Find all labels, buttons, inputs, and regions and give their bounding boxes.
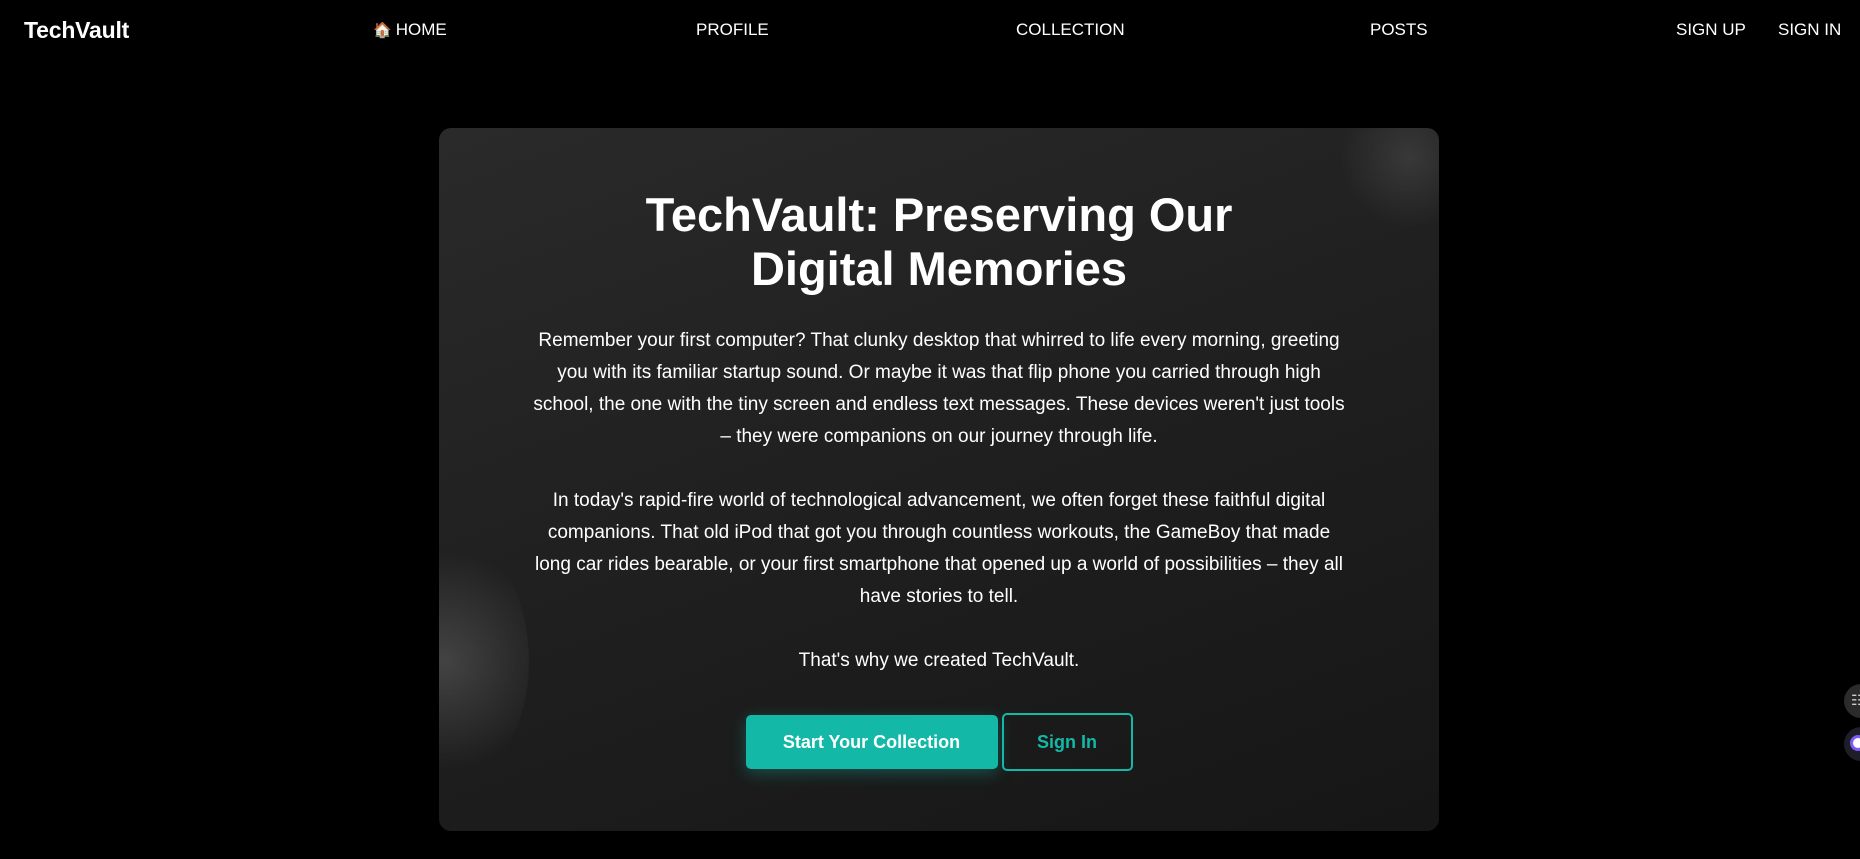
card-glow-decoration <box>1339 128 1439 228</box>
home-icon: 🏠 <box>373 22 392 39</box>
nav-sign-in[interactable]: SIGN IN <box>1778 20 1841 40</box>
floating-assistant-button[interactable] <box>1844 727 1860 761</box>
hero-card: TechVault: Preserving Our Digital Memori… <box>439 128 1439 831</box>
nav-sign-up[interactable]: SIGN UP <box>1676 20 1746 40</box>
nav-home[interactable]: 🏠 HOME <box>373 20 447 40</box>
nav-posts[interactable]: POSTS <box>1370 20 1428 40</box>
hero-title: TechVault: Preserving Our Digital Memori… <box>645 188 1233 295</box>
card-glow-decoration <box>439 531 529 791</box>
top-navbar: TechVault 🏠 HOME PROFILE COLLECTION POSTS… <box>0 0 1860 60</box>
hero-actions: Start Your Collection Sign In <box>529 713 1349 771</box>
hero-tagline: That's why we created TechVault. <box>798 650 1080 671</box>
hero-paragraph: In today's rapid-fire world of technolog… <box>535 490 1343 607</box>
nav-profile[interactable]: PROFILE <box>696 20 769 40</box>
brand-logo[interactable]: TechVault <box>24 17 129 44</box>
nav-collection[interactable]: COLLECTION <box>1016 20 1125 40</box>
nav-home-label: HOME <box>395 20 447 39</box>
start-collection-button[interactable]: Start Your Collection <box>745 715 998 769</box>
assistant-icon <box>1850 735 1860 751</box>
sign-in-button[interactable]: Sign In <box>1001 713 1133 771</box>
floating-widget-button[interactable]: ☷ <box>1844 684 1860 718</box>
hero-paragraph: Remember your first computer? That clunk… <box>533 330 1345 447</box>
hero-content: TechVault: Preserving Our Digital Memori… <box>529 188 1349 771</box>
widget-icon: ☷ <box>1851 692 1860 708</box>
